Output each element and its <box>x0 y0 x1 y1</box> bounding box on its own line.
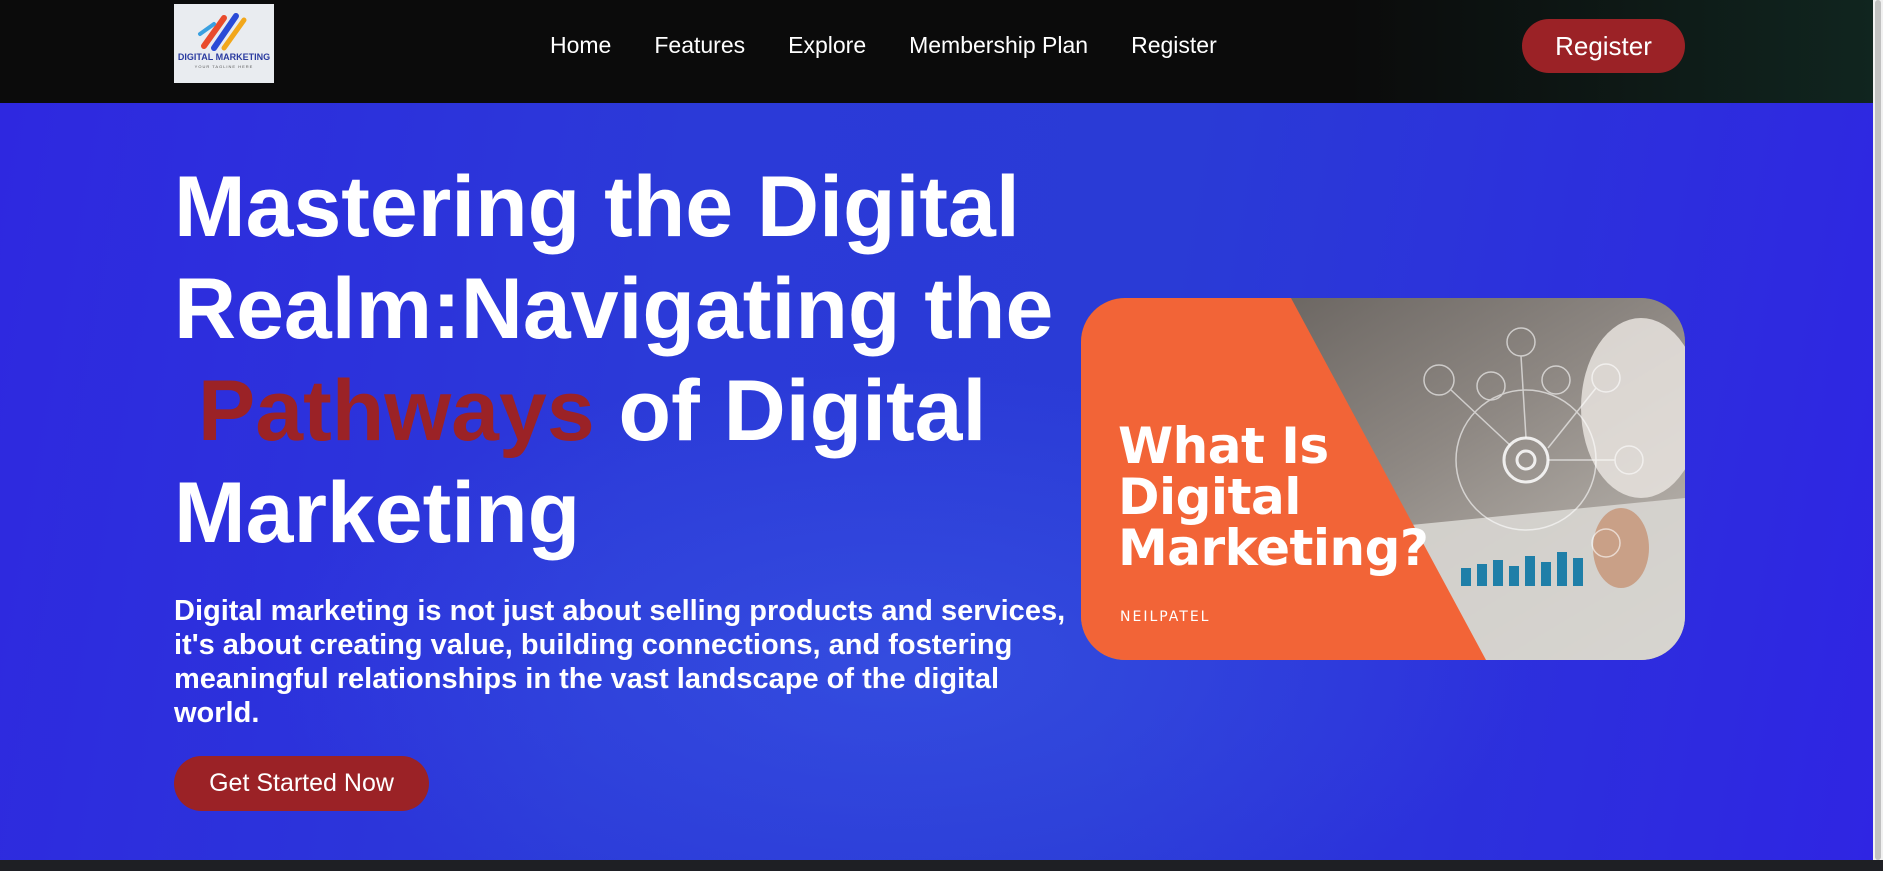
hero-title-line-2: Realm:Navigating the <box>174 261 1054 357</box>
register-button[interactable]: Register <box>1522 19 1685 73</box>
site-logo[interactable]: DIGITAL MARKETING YOUR TAGLINE HERE <box>174 4 274 83</box>
nav-link-features[interactable]: Features <box>654 32 745 59</box>
hero-title-accent: Pathways <box>197 363 595 459</box>
navbar: DIGITAL MARKETING YOUR TAGLINE HERE Home… <box>0 0 1873 103</box>
hero-title: Mastering the Digital Realm:Navigating t… <box>174 156 1094 564</box>
nav-link-home[interactable]: Home <box>550 32 611 59</box>
image-heading: What Is Digital Marketing? <box>1118 421 1498 574</box>
scrollbar-thumb[interactable] <box>1875 0 1881 860</box>
hero-section: Mastering the Digital Realm:Navigating t… <box>0 103 1873 860</box>
hero-title-line-4: Marketing <box>174 465 581 561</box>
svg-text:DIGITAL MARKETING: DIGITAL MARKETING <box>178 52 270 62</box>
hero-description: Digital marketing is not just about sell… <box>174 595 1066 729</box>
svg-text:YOUR TAGLINE HERE: YOUR TAGLINE HERE <box>195 64 254 69</box>
image-brand: NEILPATEL <box>1120 609 1211 625</box>
hero-title-line-3: of Digital <box>594 363 987 459</box>
get-started-button[interactable]: Get Started Now <box>174 756 429 811</box>
image-heading-line-2: Marketing? <box>1118 519 1429 577</box>
page: DIGITAL MARKETING YOUR TAGLINE HERE Home… <box>0 0 1883 871</box>
digital-marketing-logo-icon: DIGITAL MARKETING YOUR TAGLINE HERE <box>174 4 274 83</box>
nav-link-membership-plan[interactable]: Membership Plan <box>909 32 1088 59</box>
image-heading-line-1: What Is Digital <box>1118 417 1329 526</box>
nav-link-register[interactable]: Register <box>1131 32 1217 59</box>
hero-image: What Is Digital Marketing? NEILPATEL <box>1081 298 1685 660</box>
bottom-band <box>0 860 1883 871</box>
main-nav: Home Features Explore Membership Plan Re… <box>550 28 1217 62</box>
nav-link-explore[interactable]: Explore <box>788 32 866 59</box>
hero-title-line-1: Mastering the Digital <box>174 159 1020 255</box>
